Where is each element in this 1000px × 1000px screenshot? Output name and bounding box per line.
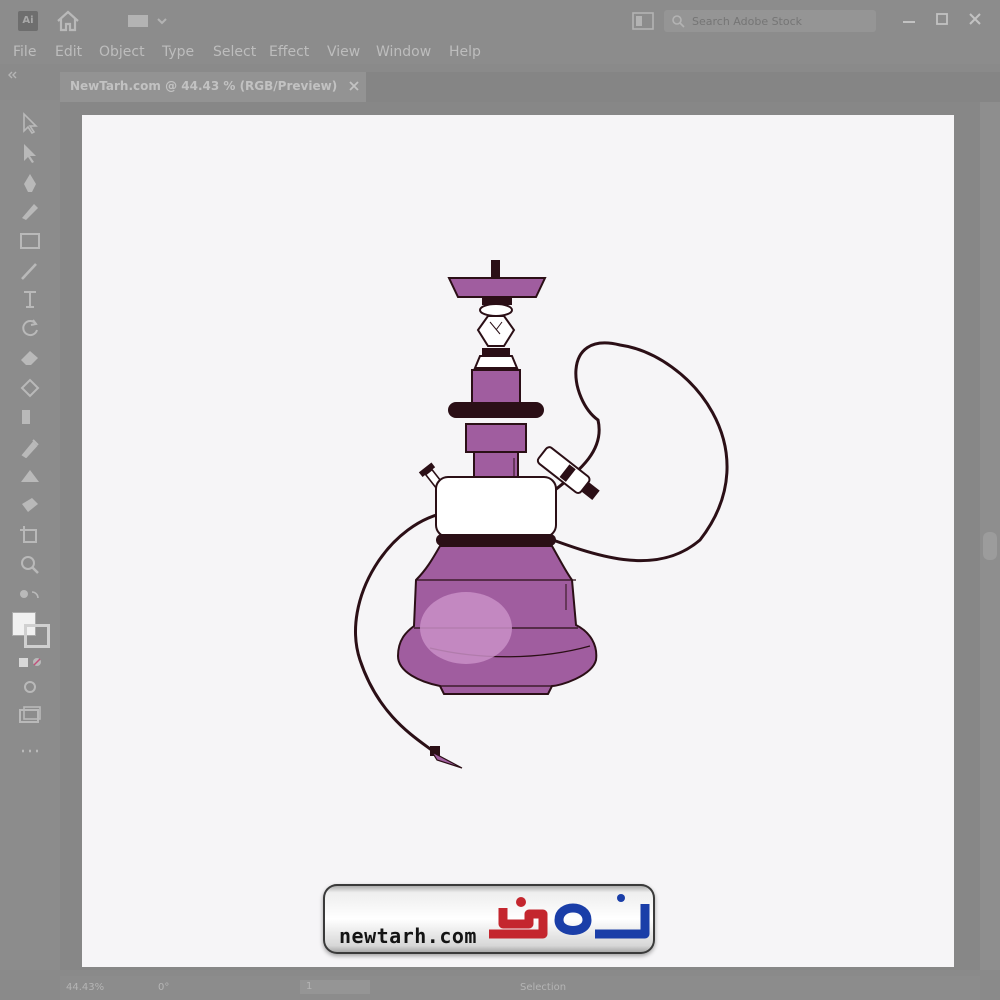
stem-ring [482,348,510,356]
base-neck [435,476,557,538]
mouthpiece-tip [430,750,463,769]
drawing-mode-icon[interactable] [18,676,42,698]
blend-tool-icon[interactable] [18,464,42,486]
bowl [447,277,547,298]
base-ring [436,534,556,546]
menu-window[interactable]: Window [376,44,431,60]
minimize-window-icon[interactable] [898,8,920,30]
document-tab-title: NewTarh.com @ 44.43 % (RGB/Preview) [70,79,338,93]
status-bar: 44.43% 0° 1 Selection [60,976,980,1000]
glass-highlight [420,592,512,664]
search-input[interactable] [692,12,868,30]
brush-tool-icon[interactable] [18,260,42,282]
rectangle-tool-icon[interactable] [18,230,42,252]
watermark-url: newtarh.com [339,924,477,948]
arrange-documents-icon[interactable] [632,12,654,30]
menu-object[interactable]: Object [99,44,145,60]
swap-fill-stroke-icon[interactable] [18,586,42,608]
stem-diamond [476,315,516,347]
status-tool-mode[interactable]: Selection [520,982,566,993]
menu-edit[interactable]: Edit [55,44,82,60]
tools-panel [0,100,60,970]
app-logo: Ai [18,11,38,31]
home-icon[interactable] [56,10,80,32]
close-icon[interactable] [348,80,360,92]
symbol-tool-icon[interactable] [18,494,42,516]
type-tool-icon[interactable] [18,288,42,310]
color-mode-icon[interactable] [18,652,42,674]
workspace-switcher-icon[interactable] [126,12,170,30]
vertical-scrollbar[interactable] [980,102,1000,970]
stroke-color-swatch[interactable] [24,624,50,648]
restore-window-icon[interactable] [931,8,953,30]
artboard-navigator[interactable]: 1 [300,980,370,994]
adobe-stock-search[interactable] [664,10,876,32]
edit-toolbar-icon[interactable] [18,740,42,762]
scale-tool-icon[interactable] [18,376,42,398]
artboard-number: 1 [306,981,313,992]
bowl-top [491,260,500,278]
screen-mode-icon[interactable] [18,704,42,726]
hookah-artwork[interactable] [330,250,750,780]
stem-upper [471,369,521,405]
eraser-tool-icon[interactable] [18,346,42,368]
document-tab-bar: NewTarh.com @ 44.43 % (RGB/Preview) [60,72,1000,102]
grommet [479,303,513,317]
pencil-tool-icon[interactable] [18,200,42,222]
eyedropper-tool-icon[interactable] [18,436,42,458]
pen-tool-icon[interactable] [18,172,42,194]
selection-tool-icon[interactable] [18,112,42,134]
direct-selection-icon[interactable] [18,142,42,164]
newtarh-logo [489,894,650,939]
zoom-tool-icon[interactable] [18,554,42,576]
scrollbar-thumb[interactable] [983,532,997,560]
heat-plate [448,402,544,418]
watermark-badge: newtarh.com [323,884,655,954]
gradient-tool-icon[interactable] [18,406,42,428]
search-icon [672,15,685,28]
menu-file[interactable]: File [13,44,36,60]
menu-bar: File Edit Object Type Select Effect View… [0,40,1000,64]
menu-select[interactable]: Select [213,44,256,60]
stem-middle [465,423,527,453]
menu-effect[interactable]: Effect [269,44,309,60]
close-window-icon[interactable] [964,8,986,30]
collapse-panel-icon[interactable] [8,70,28,80]
artboard-tool-icon[interactable] [18,524,42,546]
document-tab[interactable]: NewTarh.com @ 44.43 % (RGB/Preview) [60,72,366,102]
rotate-tool-icon[interactable] [18,316,42,338]
rotation-angle[interactable]: 0° [158,982,169,993]
menu-type[interactable]: Type [162,44,194,60]
menu-view[interactable]: View [327,44,360,60]
menu-help[interactable]: Help [449,44,481,60]
title-bar: Ai [0,0,1000,40]
zoom-level[interactable]: 44.43% [66,982,104,993]
